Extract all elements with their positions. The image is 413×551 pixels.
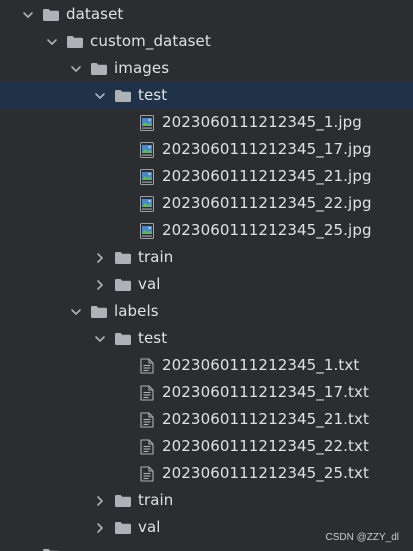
text-file-icon xyxy=(138,384,156,401)
tree-item-label: test xyxy=(138,329,168,347)
tree-folder-row[interactable]: train xyxy=(0,244,413,271)
tree-folder-row[interactable]: labels xyxy=(0,298,413,325)
tree-folder-row[interactable]: val xyxy=(0,271,413,298)
folder-icon xyxy=(66,34,84,50)
text-file-icon xyxy=(138,357,156,374)
tree-item-label: dataset xyxy=(66,5,124,23)
folder-icon xyxy=(42,547,60,551)
tree-file-row[interactable]: 2023060111212345_1.jpg xyxy=(0,109,413,136)
tree-item-label: 2023060111212345_21.txt xyxy=(162,410,369,428)
tree-item-label: 2023060111212345_21.jpg xyxy=(162,167,372,185)
chevron-right-icon[interactable] xyxy=(92,277,108,293)
tree-file-row[interactable]: 2023060111212345_21.jpg xyxy=(0,163,413,190)
text-file-icon xyxy=(138,411,156,428)
text-file-icon xyxy=(138,438,156,455)
tree-item-label: 2023060111212345_25.txt xyxy=(162,464,369,482)
tree-item-label: custom_dataset xyxy=(90,32,211,50)
tree-file-row[interactable]: 2023060111212345_17.txt xyxy=(0,379,413,406)
tree-item-label: 2023060111212345_17.txt xyxy=(162,383,369,401)
tree-item-label: train xyxy=(138,491,174,509)
folder-icon xyxy=(114,277,132,293)
chevron-down-icon[interactable] xyxy=(68,304,84,320)
folder-icon xyxy=(114,331,132,347)
tree-folder-row[interactable]: images xyxy=(0,55,413,82)
folder-icon xyxy=(42,7,60,23)
tree-folder-row[interactable]: custom_dataset xyxy=(0,28,413,55)
tree-file-row[interactable]: 2023060111212345_25.txt xyxy=(0,460,413,487)
tree-folder-row[interactable]: test xyxy=(0,325,413,352)
folder-icon xyxy=(114,520,132,536)
tree-folder-row[interactable]: train xyxy=(0,487,413,514)
image-file-icon xyxy=(138,141,156,158)
tree-item-label: val xyxy=(138,518,161,536)
tree-file-row[interactable]: 2023060111212345_22.jpg xyxy=(0,190,413,217)
folder-icon xyxy=(90,61,108,77)
tree-item-label: labels xyxy=(114,302,159,320)
tree-file-row[interactable]: 2023060111212345_17.jpg xyxy=(0,136,413,163)
tree-item-label: 2023060111212345_17.jpg xyxy=(162,140,372,158)
folder-icon xyxy=(114,493,132,509)
chevron-down-icon[interactable] xyxy=(20,7,36,23)
chevron-right-icon[interactable] xyxy=(92,250,108,266)
text-file-icon xyxy=(138,465,156,482)
tree-folder-row[interactable]: dataset xyxy=(0,1,413,28)
chevron-right-icon[interactable] xyxy=(92,520,108,536)
chevron-down-icon[interactable] xyxy=(20,547,36,551)
tree-item-label: 2023060111212345_1.jpg xyxy=(162,113,362,131)
tree-file-row[interactable]: 2023060111212345_25.jpg xyxy=(0,217,413,244)
tree-file-row[interactable]: 2023060111212345_1.txt xyxy=(0,352,413,379)
project-tree[interactable]: dataset custom_datasetimages test 202306011… xyxy=(0,0,413,551)
tree-item-label: train xyxy=(138,248,174,266)
tree-item-label: test xyxy=(138,86,168,104)
tree-item-label: images xyxy=(114,59,170,77)
chevron-down-icon[interactable] xyxy=(44,34,60,50)
tree-item-label: 2023060111212345_1.txt xyxy=(162,356,360,374)
folder-icon xyxy=(90,304,108,320)
watermark: CSDN @ZZY_dl xyxy=(325,532,400,543)
image-file-icon xyxy=(138,222,156,239)
image-file-icon xyxy=(138,195,156,212)
chevron-down-icon[interactable] xyxy=(92,88,108,104)
folder-icon xyxy=(114,250,132,266)
tree-item-label: 2023060111212345_22.txt xyxy=(162,437,369,455)
chevron-down-icon[interactable] xyxy=(92,331,108,347)
tree-item-label: val xyxy=(138,275,161,293)
image-file-icon xyxy=(138,168,156,185)
image-file-icon xyxy=(138,114,156,131)
chevron-down-icon[interactable] xyxy=(68,61,84,77)
tree-file-row[interactable]: 2023060111212345_21.txt xyxy=(0,406,413,433)
tree-folder-row[interactable]: test xyxy=(0,82,413,109)
tree-item-label: 2023060111212345_22.jpg xyxy=(162,194,372,212)
folder-icon xyxy=(114,88,132,104)
chevron-right-icon[interactable] xyxy=(92,493,108,509)
tree-file-row[interactable]: 2023060111212345_22.txt xyxy=(0,433,413,460)
tree-item-label: 2023060111212345_25.jpg xyxy=(162,221,372,239)
